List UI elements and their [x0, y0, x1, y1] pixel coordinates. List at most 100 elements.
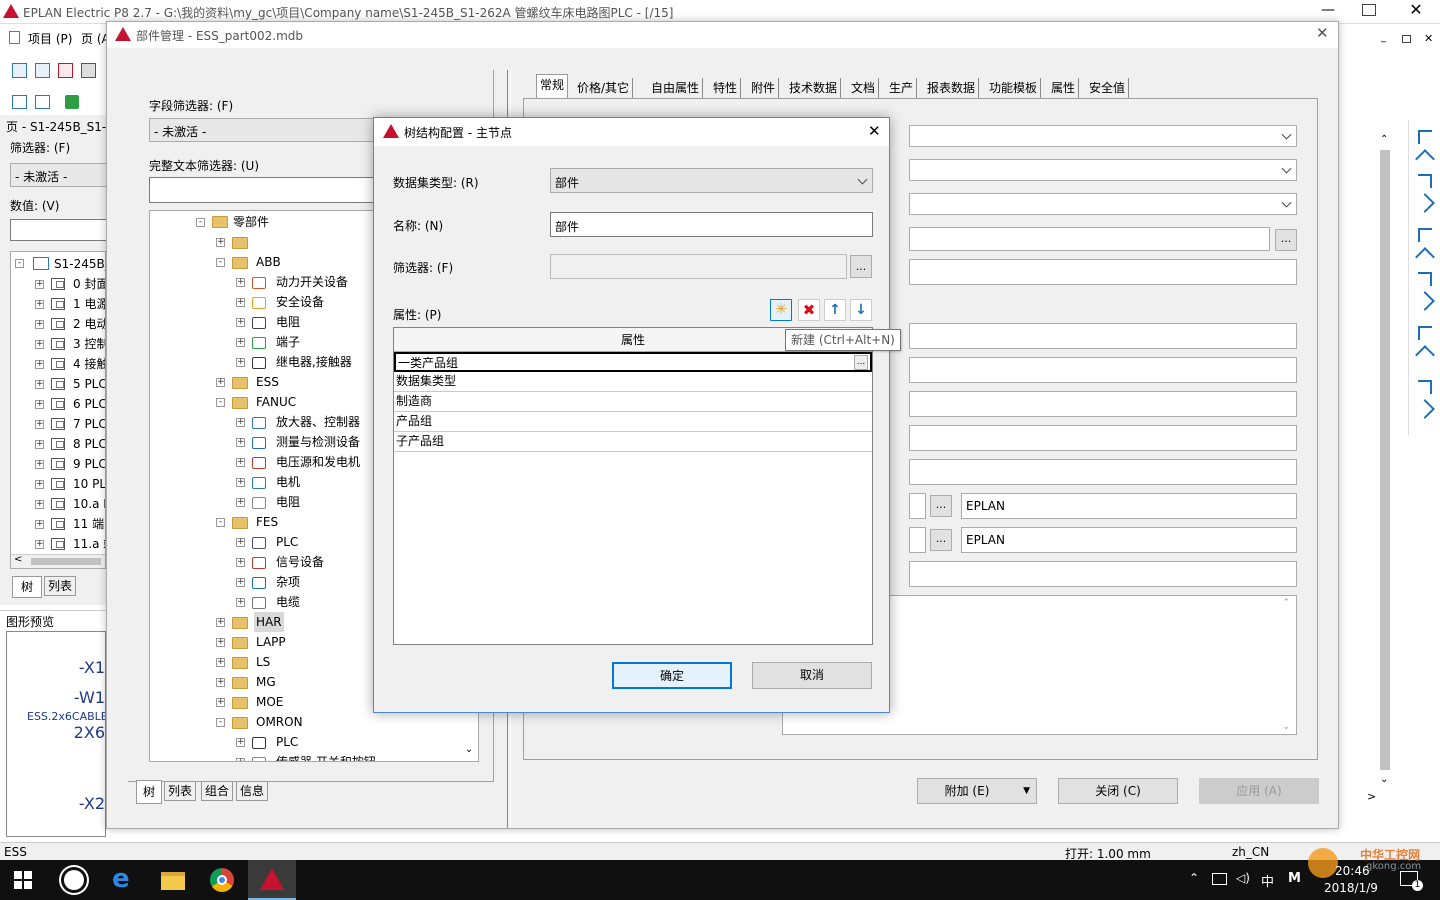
tree-node[interactable]: 信号设备: [274, 552, 326, 572]
prop-field-1-browse-button[interactable]: ...: [1275, 229, 1297, 251]
collapse-icon[interactable]: -: [216, 518, 225, 527]
tree-node[interactable]: FANUC: [254, 392, 298, 412]
connection-symbol-icon[interactable]: [1415, 193, 1435, 213]
collapse-icon[interactable]: -: [196, 218, 205, 227]
prop-field-1[interactable]: [909, 227, 1270, 251]
minimize-button[interactable]: —: [1318, 3, 1338, 18]
property-tab[interactable]: 报表数据: [924, 78, 980, 98]
expand-icon[interactable]: +: [35, 460, 44, 469]
page-item[interactable]: 9 PLC: [73, 454, 105, 474]
property-tab[interactable]: 自由属性: [648, 78, 704, 98]
page-nav-icon[interactable]: [12, 95, 27, 109]
collapse-icon[interactable]: -: [216, 718, 225, 727]
restore-button[interactable]: [1362, 4, 1376, 16]
expand-icon[interactable]: +: [35, 300, 44, 309]
close-project-icon[interactable]: [58, 63, 73, 78]
vscroll-thumb[interactable]: [1380, 150, 1390, 770]
expand-icon[interactable]: +: [236, 438, 245, 447]
chrome-icon[interactable]: [210, 868, 234, 892]
connection-symbol-icon[interactable]: [1415, 291, 1435, 311]
name-input[interactable]: 部件: [550, 212, 873, 237]
tree-node[interactable]: 传感器,开关和按钮: [274, 752, 378, 761]
value-input[interactable]: [10, 219, 110, 241]
property-tab[interactable]: 技术数据: [786, 78, 842, 98]
print-icon[interactable]: [81, 63, 96, 78]
scroll-left-icon[interactable]: <: [14, 554, 22, 565]
page-item[interactable]: 4 接触: [73, 354, 105, 374]
prop-field-9[interactable]: [909, 527, 926, 553]
connection-symbol-icon[interactable]: [1415, 149, 1435, 169]
expand-icon[interactable]: +: [236, 578, 245, 587]
connection-symbol-icon[interactable]: [1415, 247, 1435, 267]
property-tab[interactable]: 功能模板: [986, 78, 1042, 98]
page-item[interactable]: 10.a P: [73, 494, 105, 514]
tree-node[interactable]: 端子: [274, 332, 302, 352]
expand-icon[interactable]: +: [35, 540, 44, 549]
expand-icon[interactable]: +: [35, 400, 44, 409]
expand-icon[interactable]: +: [35, 440, 44, 449]
textarea-scroll-up-icon[interactable]: ⌃: [1282, 598, 1290, 608]
prop-field-7[interactable]: [909, 459, 1297, 485]
tree-node[interactable]: 杂项: [274, 572, 302, 592]
dialog-close-button[interactable]: ✕: [868, 122, 881, 140]
property-tab[interactable]: 附件: [748, 78, 780, 98]
property-tab[interactable]: 文档: [848, 78, 880, 98]
grid-row[interactable]: 一类产品组...: [394, 352, 872, 372]
expand-icon[interactable]: +: [35, 380, 44, 389]
prop-field-3[interactable]: [909, 323, 1297, 349]
notification-icon[interactable]: 1: [1400, 871, 1423, 891]
expand-icon[interactable]: +: [35, 320, 44, 329]
new-project-icon[interactable]: [12, 63, 27, 78]
property-tab[interactable]: 价格/其它: [574, 78, 634, 98]
tree-node[interactable]: 放大器、控制器: [274, 412, 362, 432]
network-icon[interactable]: [1212, 873, 1227, 885]
tree-node[interactable]: 电缆: [274, 592, 302, 612]
expand-icon[interactable]: +: [236, 418, 245, 427]
expand-icon[interactable]: +: [35, 500, 44, 509]
tree-node[interactable]: FES: [254, 512, 280, 532]
property-tab[interactable]: 常规: [536, 74, 569, 98]
tree-node[interactable]: 电阻: [274, 492, 302, 512]
parts-tab-tree[interactable]: 树: [136, 780, 162, 804]
mdi-minimize-button[interactable]: _: [1381, 32, 1386, 43]
connection-symbol-icon[interactable]: [1415, 399, 1435, 419]
tree-node[interactable]: 继电器,接触器: [274, 352, 354, 372]
expand-icon[interactable]: +: [236, 478, 245, 487]
property-tab[interactable]: 安全值: [1086, 78, 1130, 98]
move-up-icon[interactable]: ↑: [824, 299, 846, 321]
tree-node[interactable]: PLC: [274, 732, 300, 752]
filter-browse-button[interactable]: ...: [850, 255, 872, 278]
expand-icon[interactable]: +: [35, 480, 44, 489]
tree-node[interactable]: OMRON: [254, 712, 305, 732]
expand-icon[interactable]: +: [236, 538, 245, 547]
textarea-scroll-down-icon[interactable]: ⌄: [1282, 722, 1290, 732]
page-item[interactable]: 10 PL: [73, 474, 105, 494]
right-hscroll-right-icon[interactable]: >: [1367, 790, 1379, 803]
close-button[interactable]: 关闭 (C): [1058, 778, 1178, 804]
expand-icon[interactable]: +: [236, 298, 245, 307]
row-browse-button[interactable]: ...: [854, 355, 868, 370]
ok-button[interactable]: 确定: [612, 662, 732, 689]
mail-icon[interactable]: M: [1288, 871, 1301, 886]
tree-node[interactable]: MG: [254, 672, 278, 692]
tree-node[interactable]: 电压源和发电机: [274, 452, 362, 472]
page-item[interactable]: 2 电动: [73, 314, 105, 334]
expand-icon[interactable]: +: [236, 458, 245, 467]
parts-tab-list[interactable]: 列表: [164, 781, 196, 801]
page-item[interactable]: 3 控制: [73, 334, 105, 354]
tree-node[interactable]: 安全设备: [274, 292, 326, 312]
collapse-icon[interactable]: -: [216, 258, 225, 267]
menu-project[interactable]: 项目 (P): [28, 30, 72, 47]
mdi-restore-button[interactable]: [1402, 35, 1411, 43]
tree-node[interactable]: 测量与检测设备: [274, 432, 362, 452]
page-item[interactable]: 5 PLC: [73, 374, 105, 394]
connection-symbol-icon[interactable]: [1418, 326, 1432, 340]
expand-icon[interactable]: +: [236, 738, 245, 747]
tree-node[interactable]: HAR: [254, 612, 284, 632]
right-vscroll[interactable]: ⌃ ⌄: [1377, 134, 1393, 794]
expand-icon[interactable]: +: [216, 238, 225, 247]
filter-input[interactable]: [550, 254, 847, 279]
expand-icon[interactable]: +: [216, 378, 225, 387]
tree-node[interactable]: ABB: [254, 252, 283, 272]
expand-icon[interactable]: +: [35, 340, 44, 349]
